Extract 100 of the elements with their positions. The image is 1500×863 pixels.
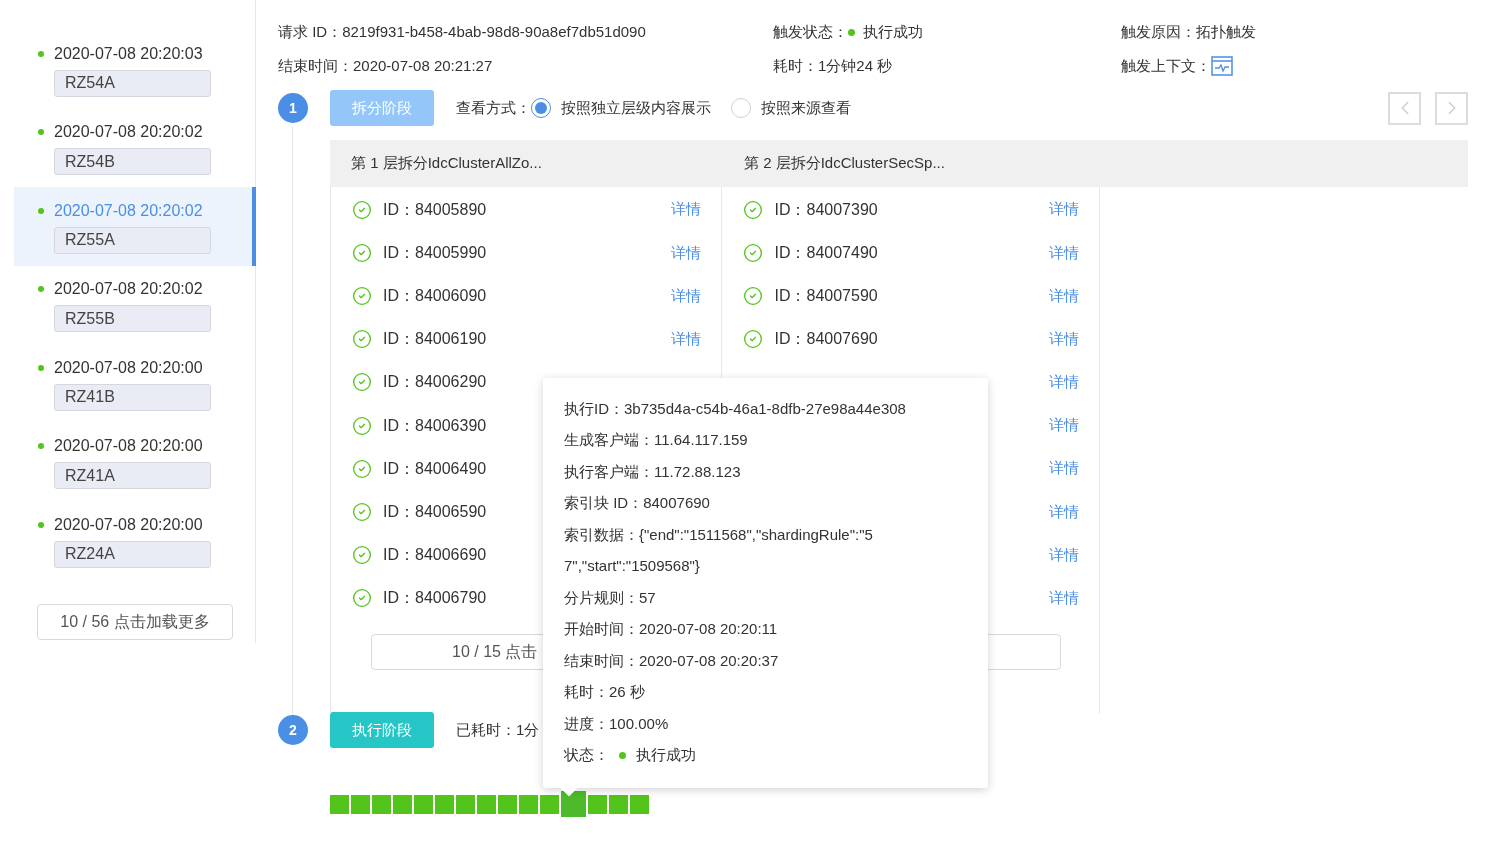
progress-block[interactable] (414, 794, 433, 814)
item-id: ID：84006690 (383, 545, 487, 566)
progress-block[interactable] (540, 794, 559, 814)
field-value: 1分钟24 秒 (818, 55, 893, 76)
check-circle-icon (352, 415, 372, 436)
check-circle-icon (352, 588, 372, 609)
item-id: ID：84005890 (383, 199, 487, 220)
progress-block[interactable] (498, 794, 517, 814)
item-tag: RZ54A (54, 69, 211, 97)
details-link[interactable]: 详情 (1049, 327, 1079, 351)
progress-block[interactable] (372, 794, 391, 814)
chart-window-icon[interactable] (1211, 56, 1233, 76)
details-link[interactable]: 详情 (1049, 500, 1079, 524)
check-circle-icon (352, 285, 372, 306)
stage-button[interactable]: 执行阶段 (330, 712, 434, 748)
tooltip-line: 分片规则：57 (564, 587, 656, 608)
progress-block[interactable] (519, 794, 538, 814)
details-link[interactable]: 详情 (671, 284, 702, 308)
item-tag: RZ24A (54, 540, 211, 568)
item-tag: RZ55A (54, 226, 211, 254)
progress-block[interactable] (561, 791, 586, 817)
check-circle-icon (352, 329, 372, 350)
load-more-button[interactable]: 10 / 56 点击加载更多 (37, 603, 233, 640)
progress-block[interactable] (456, 794, 475, 814)
item-id: ID：84007490 (774, 242, 878, 263)
item-id: ID：84006490 (383, 458, 487, 479)
view-mode-label: 查看方式： (456, 97, 531, 118)
sidebar-item[interactable]: 2020-07-08 20:20:00 RZ41A (14, 422, 256, 501)
next-button[interactable] (1435, 91, 1468, 125)
status-label: 状态： (564, 745, 609, 765)
details-link[interactable]: 详情 (1049, 284, 1079, 308)
tooltip-line: 进度：100.00% (564, 713, 669, 734)
item-id: ID：84006090 (383, 285, 487, 306)
details-link[interactable]: 详情 (1049, 241, 1079, 265)
item-time: 2020-07-08 20:20:02 (54, 122, 203, 143)
details-link[interactable]: 详情 (1049, 198, 1079, 221)
check-circle-icon (352, 372, 372, 393)
sidebar-item[interactable]: 2020-07-08 20:20:00 RZ24A (14, 501, 256, 580)
progress-block[interactable] (351, 794, 370, 814)
step-number: 1 (278, 93, 308, 123)
tooltip-line: 7","start":"1509568"} (564, 556, 700, 576)
progress-block[interactable] (609, 794, 628, 814)
tooltip-line: 索引数据：{"end":"1511568","shardingRule":"5 (564, 524, 873, 545)
field-value: 8219f931-b458-4bab-98d8-90a8ef7db51d090 (342, 21, 646, 42)
sidebar-item[interactable]: 2020-07-08 20:20:02 RZ55B (14, 265, 256, 344)
stage-button[interactable]: 拆分阶段 (330, 90, 434, 126)
tooltip-line: 结束时间：2020-07-08 20:20:37 (564, 650, 779, 671)
field-label: 结束时间： (278, 55, 353, 76)
progress-block[interactable] (393, 794, 412, 814)
step-number: 2 (278, 715, 308, 745)
item-id: ID：84006790 (383, 588, 487, 609)
progress-block[interactable] (330, 794, 349, 814)
details-link[interactable]: 详情 (1049, 543, 1079, 567)
tooltip-line: 耗时：26 秒 (564, 682, 645, 702)
status-value: 执行成功 (636, 745, 696, 765)
check-circle-icon (743, 242, 764, 263)
sidebar-item[interactable]: 2020-07-08 20:20:00 RZ41B (14, 344, 256, 423)
tooltip-line: 执行ID：3b735d4a-c54b-46a1-8dfb-27e98a44e308 (564, 398, 906, 419)
progress-block[interactable] (588, 794, 607, 814)
item-id: ID：84006390 (383, 415, 487, 436)
progress-block[interactable] (435, 794, 454, 814)
radio-option[interactable]: 按照来源查看 (731, 96, 851, 120)
sidebar-item[interactable]: 2020-07-08 20:20:02 RZ55A (14, 187, 256, 266)
item-time: 2020-07-08 20:20:00 (54, 436, 203, 457)
item-time: 2020-07-08 20:20:00 (54, 357, 203, 378)
details-link[interactable]: 详情 (671, 241, 702, 265)
field-label: 请求 ID： (278, 21, 343, 42)
details-link[interactable]: 详情 (671, 198, 702, 221)
previous-button[interactable] (1388, 91, 1421, 125)
details-link[interactable]: 详情 (1049, 457, 1079, 480)
field-value: 拓扑触发 (1196, 21, 1256, 42)
item-tag: RZ41A (54, 462, 211, 490)
check-circle-icon (352, 501, 372, 522)
column-title: 第 2 层拆分IdcClusterSecSp... (743, 153, 946, 174)
sidebar-item[interactable]: 2020-07-08 20:20:03 RZ54A (14, 30, 256, 109)
tooltip-line: 索引块 ID：84007690 (564, 493, 710, 513)
item-tag: RZ55B (54, 305, 211, 333)
field-value: 执行成功 (863, 21, 923, 42)
item-id: ID：84006290 (383, 372, 487, 393)
item-time: 2020-07-08 20:20:02 (54, 279, 203, 300)
check-circle-icon (352, 242, 372, 263)
item-id: ID：84006590 (383, 501, 487, 522)
details-link[interactable]: 详情 (1049, 587, 1079, 610)
tooltip-line: 开始时间：2020-07-08 20:20:11 (564, 619, 778, 639)
progress-block[interactable] (630, 794, 649, 814)
details-link[interactable]: 详情 (1049, 371, 1079, 394)
radio-option[interactable]: 按照独立层级内容展示 (531, 96, 711, 120)
column-title: 第 1 层拆分IdcClusterAllZo... (350, 153, 543, 174)
details-link[interactable]: 详情 (1049, 414, 1079, 437)
item-id: ID：84006190 (383, 329, 487, 350)
details-link[interactable]: 详情 (671, 327, 702, 351)
item-id: ID：84005990 (383, 242, 487, 263)
check-circle-icon (743, 329, 764, 350)
check-circle-icon (352, 458, 372, 479)
item-time: 2020-07-08 20:20:02 (54, 200, 203, 221)
sidebar-item[interactable]: 2020-07-08 20:20:02 RZ54B (14, 108, 256, 187)
progress-block[interactable] (477, 794, 496, 814)
item-time: 2020-07-08 20:20:00 (54, 514, 203, 535)
item-tag: RZ41B (54, 383, 211, 411)
item-time: 2020-07-08 20:20:03 (54, 43, 203, 64)
